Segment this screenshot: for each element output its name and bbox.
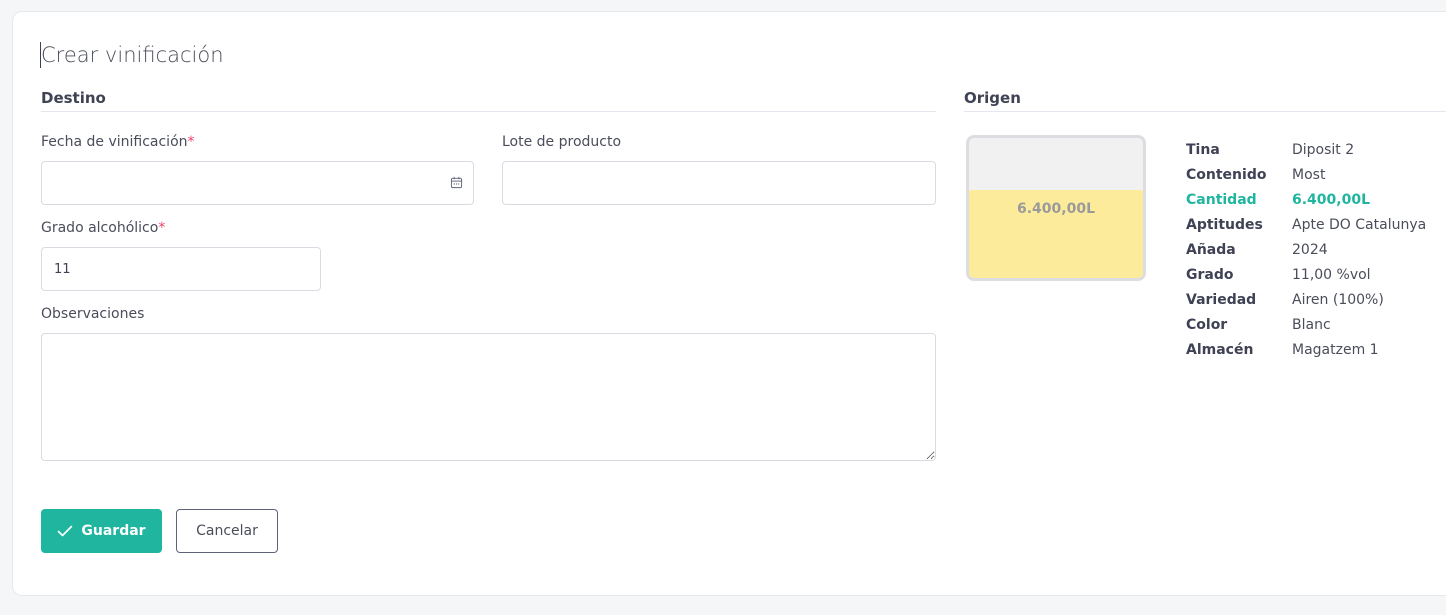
detail-key: Contenido bbox=[1186, 166, 1267, 183]
origen-section-title: Origen bbox=[964, 89, 1021, 107]
grado-label-text: Grado alcohólico bbox=[41, 220, 159, 236]
fecha-label: Fecha de vinificación* bbox=[41, 134, 195, 150]
detail-row: Contenido Most bbox=[1186, 162, 1426, 187]
fecha-label-text: Fecha de vinificación bbox=[41, 134, 188, 150]
detail-value: 11,00 %vol bbox=[1292, 266, 1371, 283]
detail-row: Aptitudes Apte DO Catalunya bbox=[1186, 212, 1426, 237]
detail-value: Most bbox=[1292, 166, 1326, 183]
observaciones-textarea[interactable] bbox=[41, 333, 936, 461]
required-mark: * bbox=[158, 220, 166, 236]
detail-key: Añada bbox=[1186, 241, 1236, 258]
lote-input[interactable] bbox=[502, 161, 936, 205]
detail-value: Apte DO Catalunya bbox=[1292, 216, 1427, 233]
detail-row: Grado 11,00 %vol bbox=[1186, 262, 1426, 287]
detail-key: Cantidad bbox=[1186, 191, 1257, 208]
destino-divider bbox=[41, 111, 936, 112]
fecha-input[interactable] bbox=[41, 161, 474, 205]
detail-key: Variedad bbox=[1186, 291, 1257, 308]
page-title: Crear vinificación bbox=[40, 42, 224, 68]
detail-key: Aptitudes bbox=[1186, 216, 1263, 233]
detail-key: Tina bbox=[1186, 141, 1220, 158]
detail-value: Blanc bbox=[1292, 316, 1331, 333]
grado-label: Grado alcohólico* bbox=[41, 220, 165, 236]
save-button[interactable]: Guardar bbox=[41, 509, 162, 553]
origin-details: Tina Diposit 2 Contenido Most Cantidad 6.400,… bbox=[1186, 137, 1426, 362]
lote-label: Lote de producto bbox=[502, 134, 622, 150]
cancel-button-label: Cancelar bbox=[196, 523, 258, 539]
tank-amount-label: 6.400,00L bbox=[1016, 201, 1095, 217]
detail-row: Almacén Magatzem 1 bbox=[1186, 337, 1426, 362]
origen-divider bbox=[964, 111, 1446, 112]
grado-input[interactable] bbox=[41, 247, 321, 291]
observaciones-label: Observaciones bbox=[41, 306, 145, 322]
save-button-label: Guardar bbox=[81, 523, 146, 539]
destino-section-title: Destino bbox=[41, 89, 106, 107]
detail-key: Almacén bbox=[1186, 341, 1254, 358]
detail-value: Airen (100%) bbox=[1292, 291, 1384, 308]
tank-visual: 6.400,00L bbox=[966, 135, 1146, 281]
detail-key: Color bbox=[1186, 316, 1228, 333]
detail-value: Magatzem 1 bbox=[1292, 341, 1379, 358]
cancel-button[interactable]: Cancelar bbox=[176, 509, 278, 553]
detail-row: Color Blanc bbox=[1186, 312, 1426, 337]
detail-value: Diposit 2 bbox=[1292, 141, 1355, 158]
detail-value: 6.400,00L bbox=[1292, 191, 1371, 208]
detail-row: Cantidad 6.400,00L bbox=[1186, 187, 1426, 212]
detail-key: Grado bbox=[1186, 266, 1234, 283]
detail-row: Añada 2024 bbox=[1186, 237, 1426, 262]
calendar-icon[interactable] bbox=[450, 176, 463, 189]
required-mark: * bbox=[187, 134, 195, 150]
detail-row: Variedad Airen (100%) bbox=[1186, 287, 1426, 312]
detail-value: 2024 bbox=[1292, 241, 1328, 258]
check-icon bbox=[58, 525, 73, 537]
detail-row: Tina Diposit 2 bbox=[1186, 137, 1426, 162]
